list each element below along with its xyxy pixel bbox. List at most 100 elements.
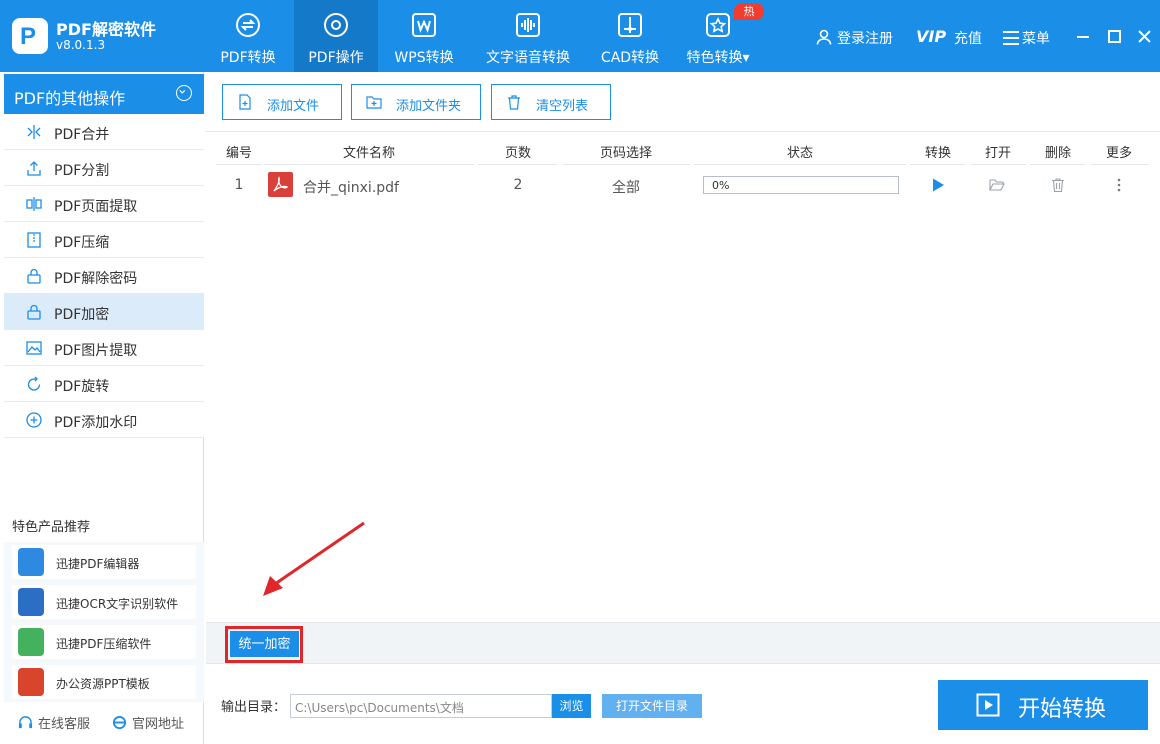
sidebar: PDF的其他操作 PDF合并 PDF分割 PDF页面提取 PDF压缩 PDF解除… xyxy=(0,72,204,744)
recommend-item-ppt[interactable]: 办公资源PPT模板 xyxy=(12,665,196,699)
user-icon xyxy=(816,29,832,45)
merge-icon xyxy=(27,125,41,139)
sidebar-item-compress[interactable]: PDF压缩 xyxy=(4,222,204,258)
split-icon xyxy=(27,161,41,176)
tab-cad-convert[interactable]: CAD转换 xyxy=(588,0,672,72)
add-folder-icon xyxy=(366,96,382,109)
ie-icon xyxy=(112,715,127,730)
col-header-status: 状态 xyxy=(786,146,813,161)
pdf-compress-app-icon xyxy=(18,628,44,656)
col-header-more: 更多 xyxy=(1105,146,1132,161)
tab-label: 文字语音转换 xyxy=(486,50,570,66)
voice-icon xyxy=(516,13,540,37)
open-dir-button[interactable]: 打开文件目录 xyxy=(602,694,702,718)
sidebar-item-label: PDF添加水印 xyxy=(54,415,138,431)
play-icon[interactable] xyxy=(930,177,946,193)
sidebar-item-watermark[interactable]: PDF添加水印 xyxy=(4,402,204,438)
add-file-button[interactable]: 添加文件 xyxy=(222,84,342,120)
row-page-select[interactable]: 全部 xyxy=(562,177,690,197)
col-header-filename: 文件名称 xyxy=(342,146,395,161)
sidebar-item-rotate[interactable]: PDF旋转 xyxy=(4,366,204,402)
sidebar-item-label: PDF合并 xyxy=(54,127,110,143)
sidebar-item-label: PDF图片提取 xyxy=(54,343,138,359)
vip-label[interactable]: VIP xyxy=(916,27,946,46)
col-header-convert: 转换 xyxy=(924,146,951,161)
maximize-icon[interactable] xyxy=(1106,26,1124,46)
start-convert-button[interactable]: 开始转换 xyxy=(938,680,1148,730)
col-header-open: 打开 xyxy=(984,146,1011,161)
sidebar-item-label: PDF压缩 xyxy=(54,235,110,251)
recharge-link[interactable]: 充值 xyxy=(954,28,982,48)
tab-pdf-convert[interactable]: PDF转换 xyxy=(206,0,290,72)
header-underline xyxy=(478,164,558,165)
recommend-item-pdf-editor[interactable]: 迅捷PDF编辑器 xyxy=(12,545,196,579)
image-extract-icon xyxy=(26,341,42,355)
row-filename: 合并_qinxi.pdf xyxy=(303,180,399,196)
tab-text-voice[interactable]: 文字语音转换 xyxy=(480,0,576,72)
output-dir-input[interactable]: C:\Users\pc\Documents\文档 xyxy=(290,694,552,718)
convert-icon xyxy=(236,13,260,37)
col-header-index: 编号 xyxy=(225,146,252,161)
online-service-link[interactable]: 在线客服 xyxy=(38,713,90,732)
sidebar-item-merge[interactable]: PDF合并 xyxy=(4,114,204,150)
compress-icon xyxy=(27,232,41,248)
login-register-link[interactable]: 登录注册 xyxy=(837,28,893,48)
unlock-icon xyxy=(27,268,41,284)
tab-label: 特色转换▾ xyxy=(686,50,750,66)
more-vertical-icon[interactable] xyxy=(1111,177,1127,193)
recommend-item-pdf-compress[interactable]: 迅捷PDF压缩软件 xyxy=(12,625,196,659)
sidebar-item-image-extract[interactable]: PDF图片提取 xyxy=(4,330,204,366)
website-link[interactable]: 官网地址 xyxy=(132,713,184,732)
title-bar: P PDF解密软件 v8.0.1.3 PDF转换 PDF操作 WPS转换 文字语… xyxy=(0,0,1160,72)
sidebar-item-split[interactable]: PDF分割 xyxy=(4,150,204,186)
tab-label: WPS转换 xyxy=(394,50,454,66)
add-file-label: 添加文件 xyxy=(267,99,320,114)
encrypt-all-button[interactable]: 统一加密 xyxy=(230,631,299,657)
lock-icon xyxy=(27,304,41,320)
header-underline xyxy=(910,164,966,165)
rotate-icon xyxy=(27,376,41,391)
sidebar-item-label: PDF分割 xyxy=(54,163,110,179)
watermark-icon xyxy=(26,412,42,428)
row-progress-bar: 0% xyxy=(703,176,899,194)
col-header-page-select: 页码选择 xyxy=(599,146,652,161)
recommend-title: 特色产品推荐 xyxy=(12,520,91,535)
sidebar-item-label: PDF页面提取 xyxy=(54,199,138,215)
col-header-pages: 页数 xyxy=(504,146,531,161)
minimize-icon[interactable] xyxy=(1074,26,1092,46)
sidebar-item-unlock[interactable]: PDF解除密码 xyxy=(4,258,204,294)
sidebar-header[interactable]: PDF的其他操作 xyxy=(4,74,204,114)
recommend-item-ocr[interactable]: 迅捷OCR文字识别软件 xyxy=(12,585,196,619)
tab-wps-convert[interactable]: WPS转换 xyxy=(382,0,466,72)
page-extract-icon xyxy=(26,197,42,211)
sidebar-item-encrypt[interactable]: PDF加密 xyxy=(4,294,204,330)
chevron-down-icon xyxy=(176,85,192,101)
clear-list-button[interactable]: 清空列表 xyxy=(491,84,611,120)
delete-icon[interactable] xyxy=(1050,177,1066,193)
start-convert-label: 开始转换 xyxy=(1018,697,1107,722)
header-underline xyxy=(562,164,690,165)
tab-label: PDF转换 xyxy=(220,50,276,66)
browse-button[interactable]: 浏览 xyxy=(552,694,591,718)
add-folder-button[interactable]: 添加文件夹 xyxy=(351,84,481,120)
add-file-icon xyxy=(239,94,251,110)
tab-label: CAD转换 xyxy=(600,50,660,66)
recommend-item-label: 迅捷PDF压缩软件 xyxy=(56,637,152,651)
pdf-editor-icon xyxy=(18,548,44,576)
menu-button[interactable]: 菜单 xyxy=(1022,28,1050,48)
sidebar-item-page-extract[interactable]: PDF页面提取 xyxy=(4,186,204,222)
recommend-item-label: 迅捷OCR文字识别软件 xyxy=(56,597,179,611)
app-version: v8.0.1.3 xyxy=(56,38,106,52)
action-strip xyxy=(206,622,1160,664)
folder-open-icon[interactable] xyxy=(989,177,1005,193)
recommend-item-label: 迅捷PDF编辑器 xyxy=(56,557,140,571)
sidebar-header-label: PDF的其他操作 xyxy=(14,89,126,108)
cad-icon xyxy=(618,13,642,37)
header-underline xyxy=(216,164,262,165)
row-pages: 2 xyxy=(513,177,523,193)
star-icon xyxy=(706,13,730,37)
annotation-arrow xyxy=(263,521,365,596)
tab-pdf-operation[interactable]: PDF操作 xyxy=(294,0,378,72)
header-underline xyxy=(970,164,1026,165)
close-icon[interactable] xyxy=(1136,26,1154,46)
